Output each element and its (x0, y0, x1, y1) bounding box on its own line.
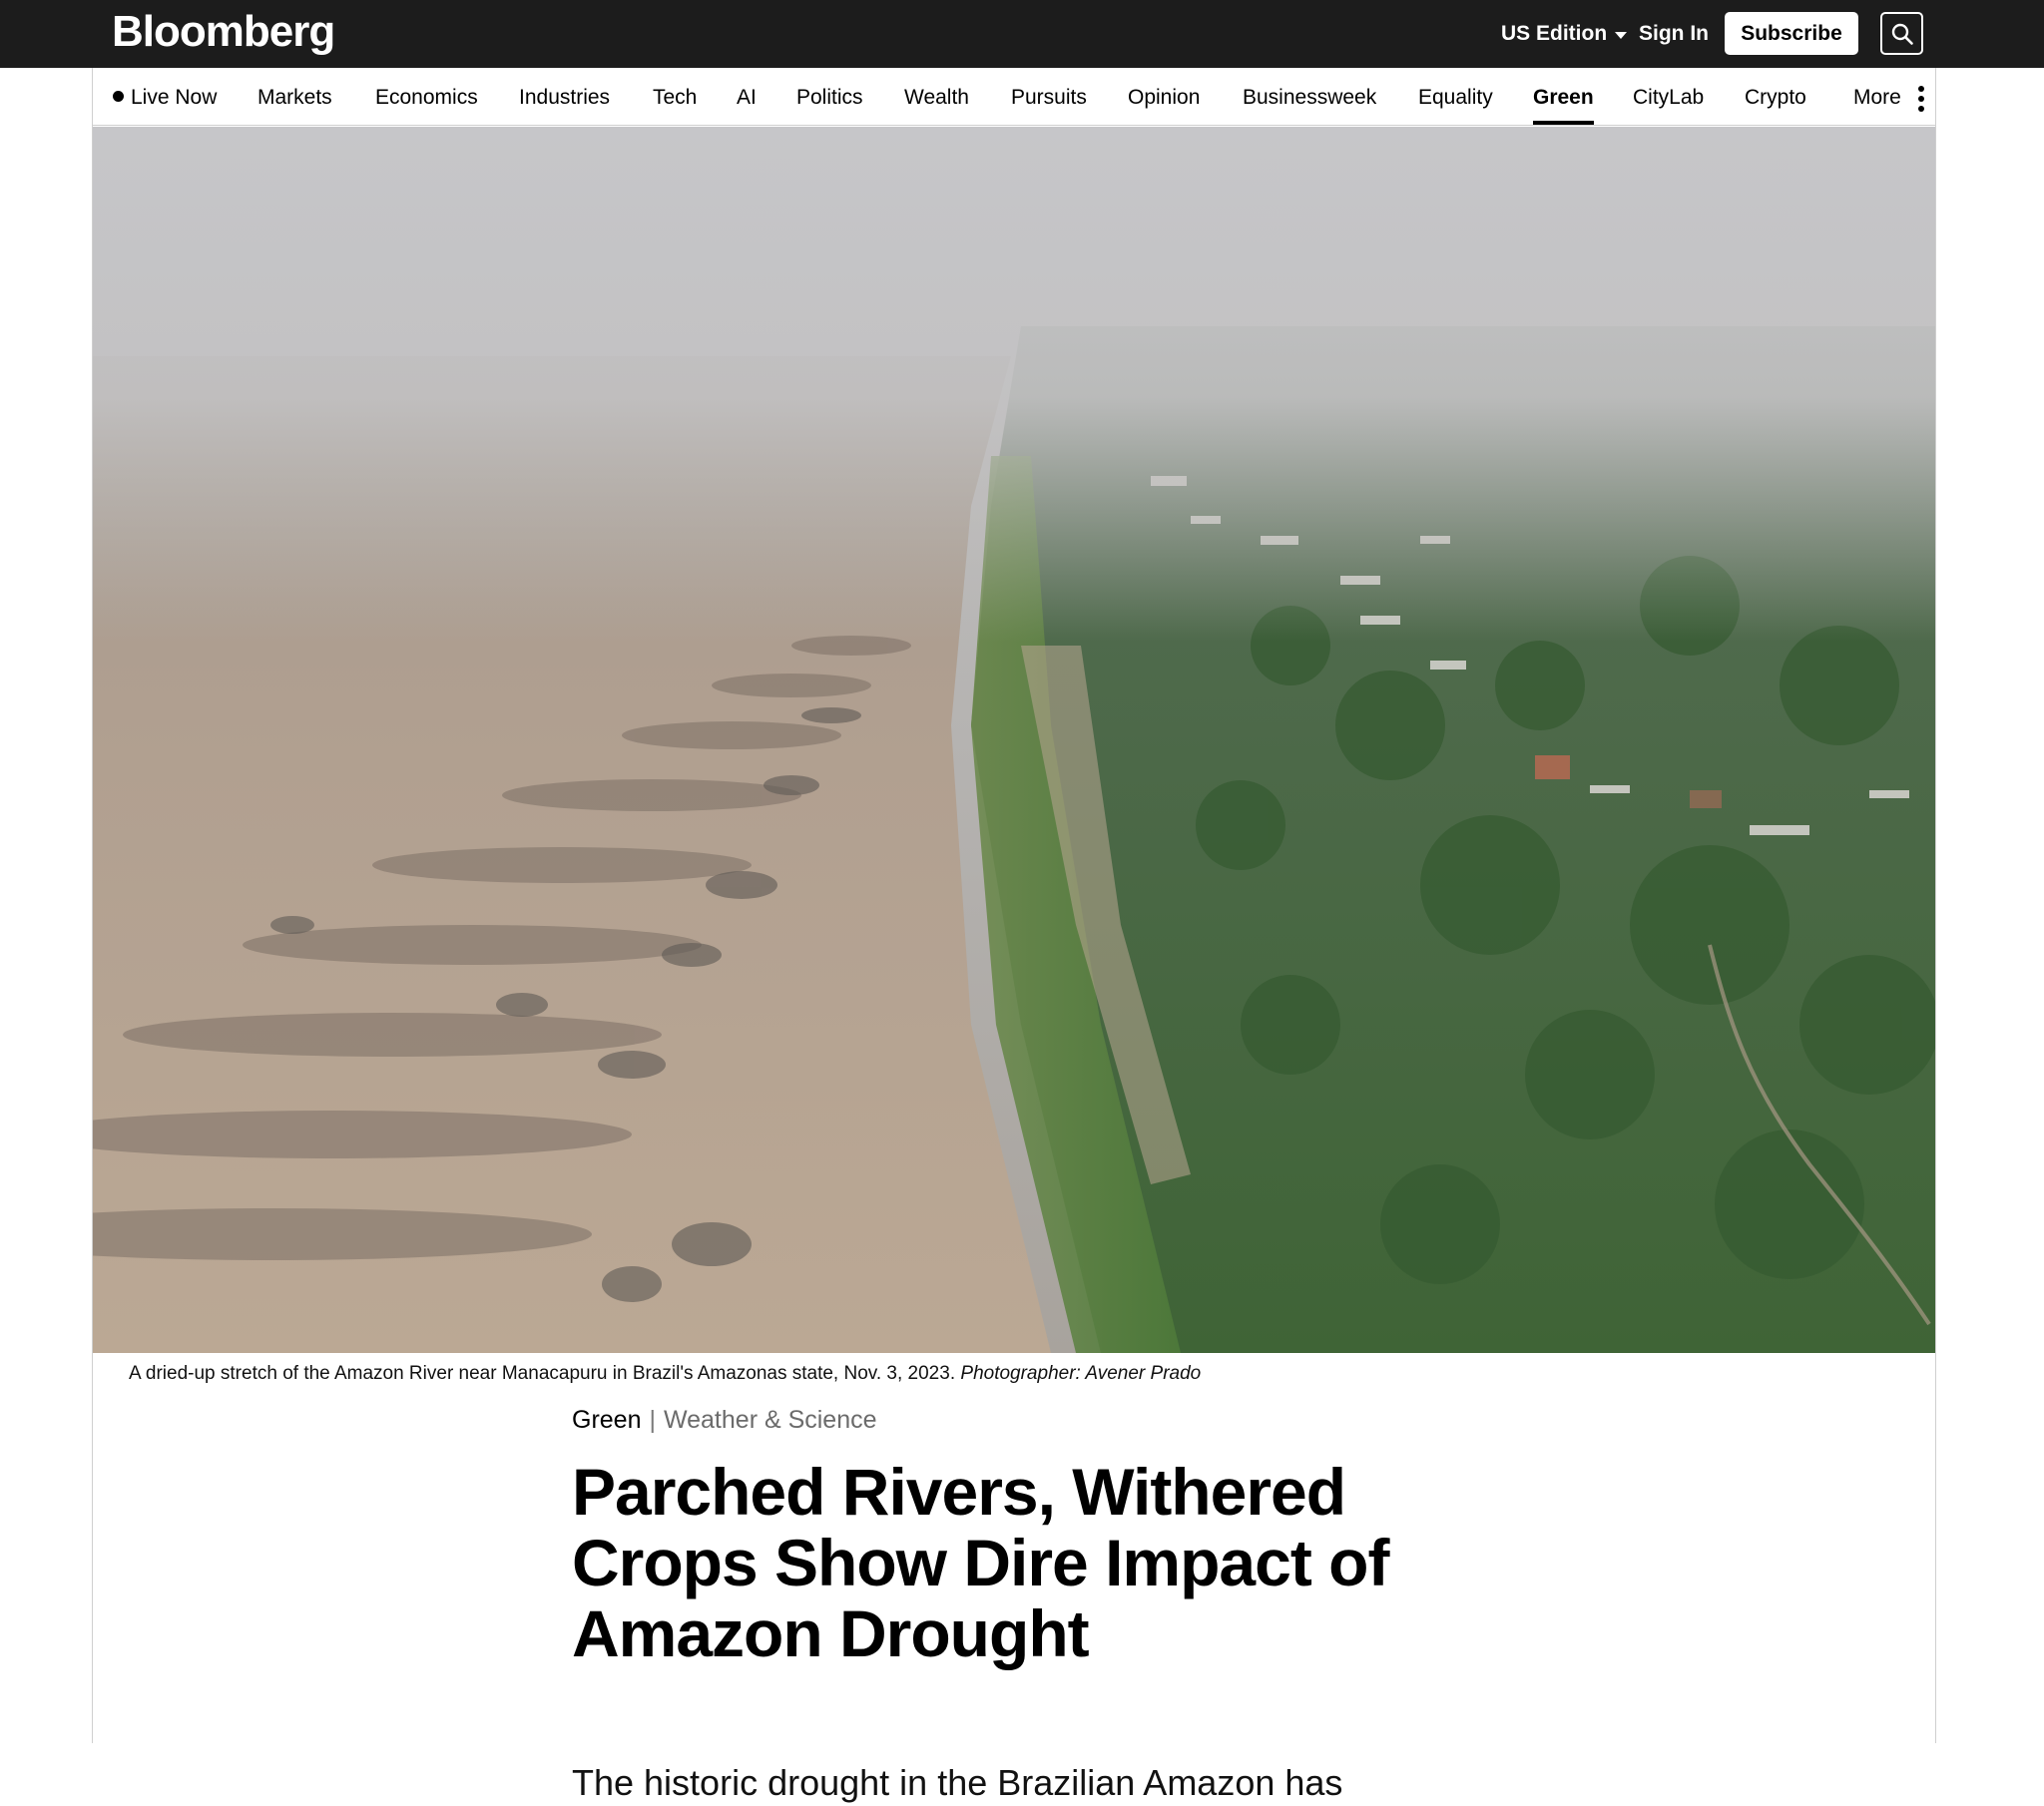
hero-image (93, 127, 1935, 1353)
caret-down-icon (1615, 31, 1628, 39)
search-button[interactable] (1880, 12, 1923, 55)
nav-item-crypto[interactable]: Crypto (1745, 84, 1806, 112)
photo-credit: Photographer: Avener Prado (960, 1363, 1202, 1384)
nav-item-opinion[interactable]: Opinion (1128, 84, 1200, 112)
article-headline: Parched Rivers, Withered Crops Show Dire… (572, 1455, 1389, 1670)
edition-label: US Edition (1501, 22, 1608, 45)
edition-selector[interactable]: US Edition (1501, 20, 1628, 48)
bloomberg-logo[interactable]: Bloomberg (112, 4, 335, 60)
nav-item-economics[interactable]: Economics (375, 84, 478, 112)
top-bar: Bloomberg US Edition Sign In Subscribe (0, 0, 2044, 68)
sign-in-link[interactable]: Sign In (1639, 20, 1709, 48)
nav-item-green[interactable]: Green (1533, 84, 1594, 112)
nav-item-label: Live Now (131, 86, 218, 109)
nav-item-industries[interactable]: Industries (519, 84, 610, 112)
more-vertical-icon[interactable] (1917, 86, 1925, 112)
kicker-section-link[interactable]: Green (572, 1406, 641, 1434)
article-dek: The historic drought in the Brazilian Am… (572, 1762, 1343, 1803)
nav-item-markets[interactable]: Markets (257, 84, 332, 112)
caption-text: A dried-up stretch of the Amazon River n… (129, 1363, 956, 1384)
kicker-subsection-link[interactable]: Weather & Science (664, 1406, 877, 1434)
page-frame: Live Now Markets Economics Industries Te… (92, 68, 1936, 1803)
active-tab-indicator (1533, 121, 1594, 125)
nav-item-citylab[interactable]: CityLab (1633, 84, 1704, 112)
search-icon (1891, 23, 1913, 45)
nav-item-pursuits[interactable]: Pursuits (1011, 84, 1087, 112)
nav-item-ai[interactable]: AI (737, 84, 757, 112)
nav-item-politics[interactable]: Politics (796, 84, 863, 112)
nav-item-wealth[interactable]: Wealth (904, 84, 969, 112)
article-kicker: Green | Weather & Science (572, 1403, 877, 1437)
nav-item-businessweek[interactable]: Businessweek (1243, 84, 1376, 112)
kicker-separator: | (649, 1406, 656, 1434)
aerial-photo (93, 127, 1935, 1353)
nav-item-tech[interactable]: Tech (653, 84, 697, 112)
nav-item-live-now[interactable]: Live Now (113, 84, 217, 112)
live-dot-icon (113, 91, 124, 102)
nav-item-equality[interactable]: Equality (1418, 84, 1493, 112)
subscribe-button[interactable]: Subscribe (1725, 12, 1858, 55)
nav-item-more[interactable]: More (1853, 84, 1901, 112)
section-nav: Live Now Markets Economics Industries Te… (93, 68, 1935, 126)
hero-caption: A dried-up stretch of the Amazon River n… (129, 1361, 1201, 1387)
